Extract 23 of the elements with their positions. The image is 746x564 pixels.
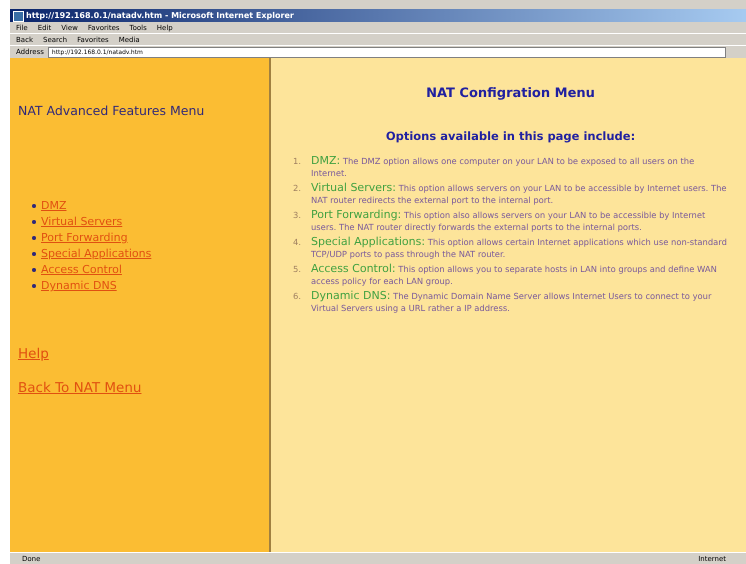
- option-description: Access Control: This option allows you to separate hosts in LAN into groups and define WAN access policy for each LAN group.: [311, 263, 718, 287]
- bullet-icon: [32, 268, 36, 272]
- page-title: NAT Configration Menu: [425, 86, 596, 101]
- option-number: 6.: [293, 290, 302, 303]
- bullet-icon: [32, 204, 36, 208]
- option-number: 2.: [293, 182, 302, 195]
- option-description: DMZ: The DMZ option allows one computer on your LAN to be exposed to all users on the Internet.: [311, 155, 696, 179]
- window-title: http://192.168.0.1/natadv.htm - Microsoft Internet Explorer: [10, 9, 746, 22]
- option-number: 3.: [293, 209, 302, 222]
- option-number: 1.: [293, 155, 302, 168]
- bullet-icon: [32, 284, 36, 288]
- option-description: Port Forwarding: This option also allows servers on your LAN to be accessible by Internet users. The NAT router directly forwards the external ports to the internal ports.: [311, 209, 706, 233]
- option-description: Virtual Servers: This option allows servers on your LAN to be accessible by Internet users. The NAT router redirects the external port to the internal port.: [311, 182, 728, 206]
- option-description: Special Applications: This option allows certain Internet applications which use non-standard TCP/UDP ports to pass through the NAT router.: [311, 236, 728, 260]
- bullet-icon: [32, 236, 36, 240]
- option-description: Dynamic DNS: The Dynamic Domain Name Server allows Internet Users to connect to your Virtual Servers using a URL rather a IP address.: [311, 290, 712, 314]
- bullet-icon: [32, 252, 36, 256]
- browser-icon: [13, 11, 24, 22]
- page-subtitle: Options available in this page include:: [384, 129, 636, 143]
- bullet-icon: [32, 220, 36, 224]
- sidebar-title: NAT Advanced Features Menu: [18, 103, 206, 118]
- option-number: 4.: [293, 236, 302, 249]
- option-number: 5.: [293, 263, 302, 276]
